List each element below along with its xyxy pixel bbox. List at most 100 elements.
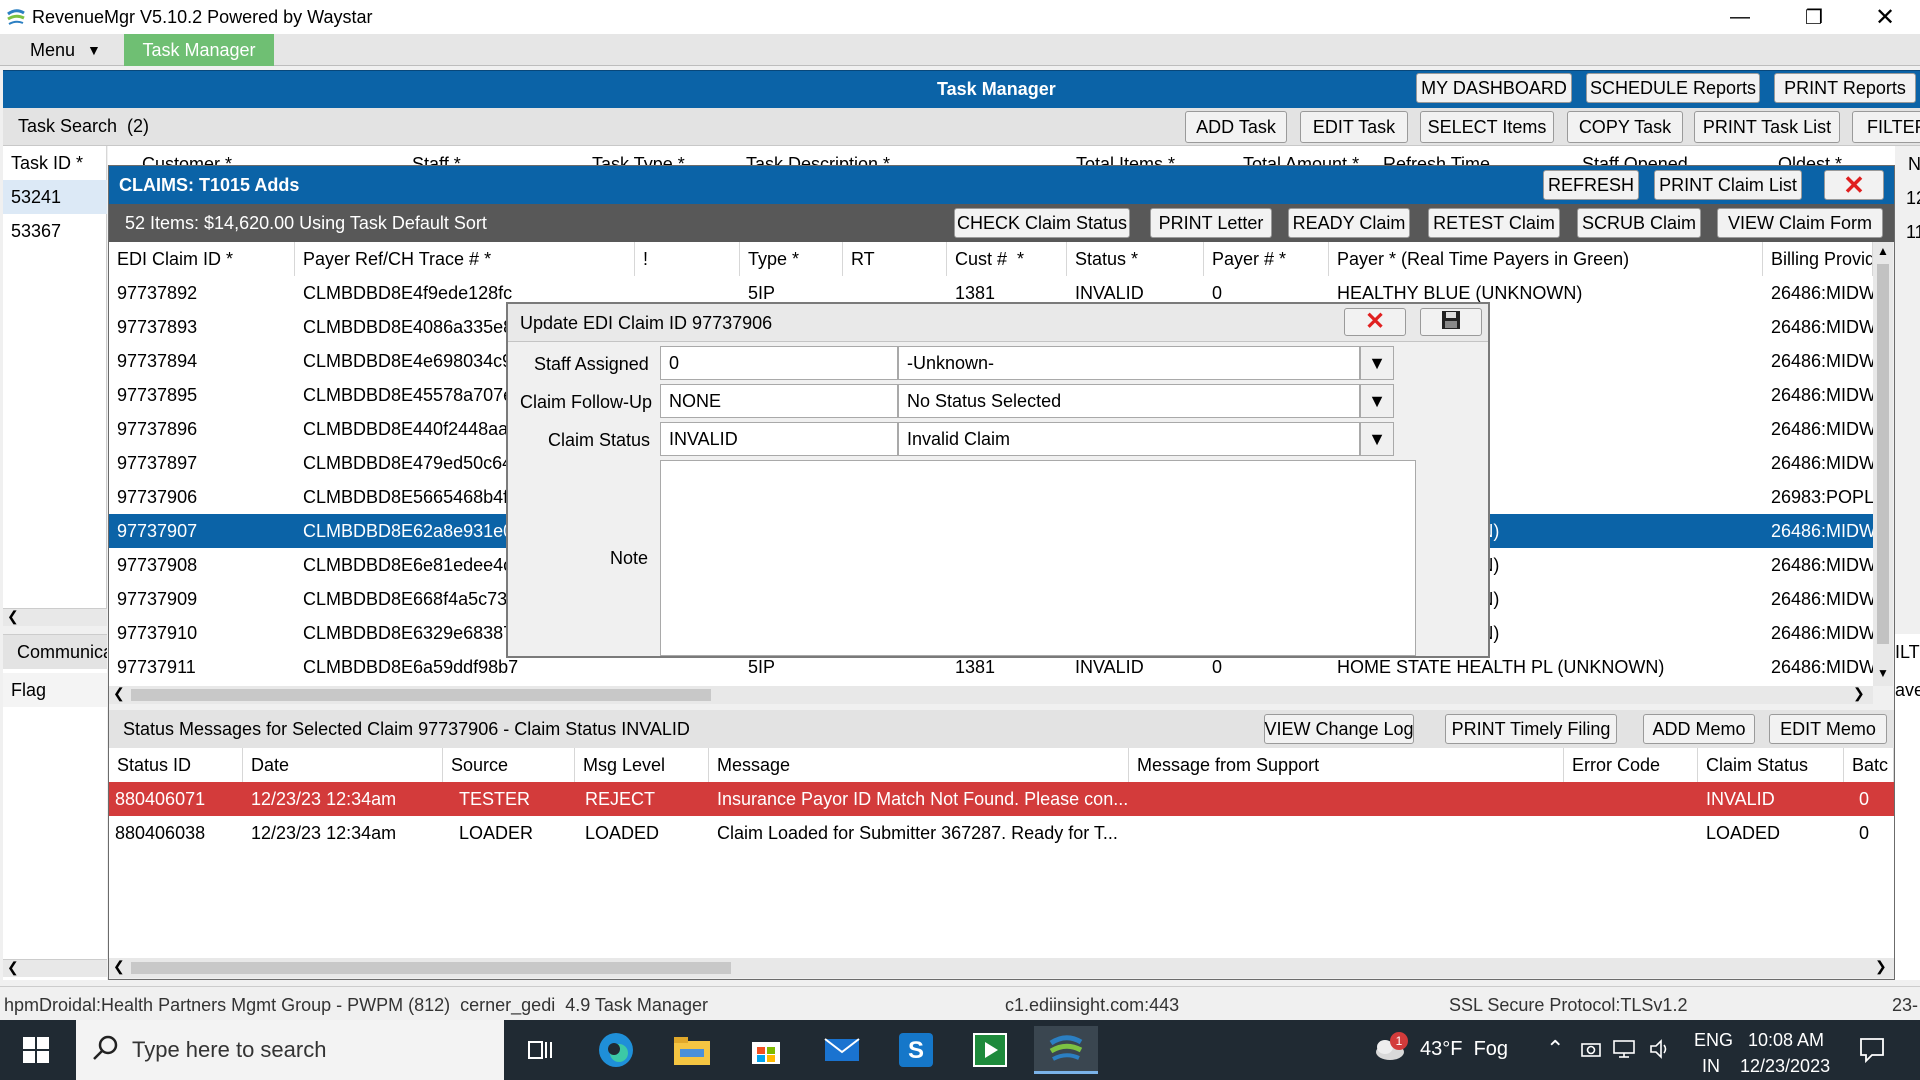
scrub-claim-button[interactable]: SCRUB Claim <box>1577 208 1701 238</box>
network-icon[interactable] <box>1612 1038 1636 1065</box>
language-indicator[interactable]: ENG IN <box>1694 1024 1733 1076</box>
revenuemgr-taskbar-icon[interactable] <box>1034 1026 1098 1074</box>
print-letter-button[interactable]: PRINT Letter <box>1150 208 1272 238</box>
dialog-cancel-button[interactable]: ✕ <box>1344 308 1406 336</box>
col-alert[interactable]: ! <box>635 242 740 276</box>
start-button[interactable] <box>4 1026 68 1074</box>
add-memo-button[interactable]: ADD Memo <box>1643 714 1755 744</box>
volume-icon[interactable] <box>1648 1038 1672 1065</box>
status-row-reject[interactable]: 880406071 12/23/23 12:34am TESTER REJECT… <box>109 782 1894 816</box>
followup-code-field[interactable]: NONE <box>660 384 898 418</box>
followup-select[interactable]: No Status Selected <box>898 384 1360 418</box>
col-status-id[interactable]: Status ID <box>109 748 243 782</box>
task-grid-hscroll[interactable]: ❮ <box>3 608 107 626</box>
add-task-button[interactable]: ADD Task <box>1185 111 1287 143</box>
col-payer[interactable]: Payer * (Real Time Payers in Green) <box>1329 242 1763 276</box>
edge-browser-icon[interactable] <box>584 1026 648 1074</box>
status-code-field[interactable]: INVALID <box>660 422 898 456</box>
staff-dropdown-button[interactable]: ▼ <box>1360 346 1394 380</box>
edit-memo-button[interactable]: EDIT Memo <box>1769 714 1887 744</box>
tab-communication[interactable]: Communica <box>3 635 107 669</box>
refresh-button[interactable]: REFRESH <box>1543 170 1639 200</box>
scroll-up-icon[interactable]: ▲ <box>1877 244 1889 258</box>
note-textarea[interactable] <box>660 460 1416 656</box>
retest-claim-button[interactable]: RETEST Claim <box>1428 208 1560 238</box>
col-date[interactable]: Date <box>243 748 443 782</box>
print-reports-button[interactable]: PRINT Reports <box>1774 73 1916 103</box>
schedule-reports-button[interactable]: SCHEDULE Reports <box>1586 73 1760 103</box>
clock[interactable]: 10:08 AM 12/23/2023 <box>1740 1024 1840 1076</box>
col-type[interactable]: Type * <box>740 242 843 276</box>
col-rt[interactable]: RT <box>843 242 947 276</box>
col-task-id[interactable]: Task ID * <box>3 146 107 180</box>
status-dropdown-button[interactable]: ▼ <box>1360 422 1394 456</box>
ready-claim-button[interactable]: READY Claim <box>1288 208 1410 238</box>
media-player-icon[interactable] <box>958 1026 1022 1074</box>
tab-task-manager[interactable]: Task Manager <box>124 34 274 66</box>
my-dashboard-button[interactable]: MY DASHBOARD <box>1416 73 1572 103</box>
edi-claim-id-cell: 97737911 <box>117 656 196 677</box>
col-billing-provider[interactable]: Billing Provid <box>1763 242 1873 276</box>
minimize-button[interactable]: — <box>1707 0 1773 34</box>
col-payer-no[interactable]: Payer # * <box>1204 242 1329 276</box>
col-status[interactable]: Status * <box>1067 242 1204 276</box>
staff-code-field[interactable]: 0 <box>660 346 898 380</box>
col-message[interactable]: Message <box>709 748 1129 782</box>
scroll-right-icon[interactable]: ❯ <box>1875 958 1887 975</box>
staff-select[interactable]: -Unknown- <box>898 346 1360 380</box>
scroll-left-icon[interactable]: ❮ <box>113 958 125 975</box>
col-msg-level[interactable]: Msg Level <box>575 748 709 782</box>
status-select[interactable]: Invalid Claim <box>898 422 1360 456</box>
app-s-icon[interactable]: S <box>884 1026 948 1074</box>
camera-icon[interactable] <box>1580 1038 1602 1065</box>
billing-provider-cell: 26486:MIDW <box>1771 316 1873 337</box>
col-error-code[interactable]: Error Code <box>1564 748 1698 782</box>
chevron-up-icon[interactable]: ⌃ <box>1546 1036 1564 1062</box>
task-row-selected[interactable]: 53241 <box>3 180 107 214</box>
microsoft-store-icon[interactable] <box>734 1026 798 1074</box>
claims-vscroll[interactable]: ▲ ▼ <box>1873 242 1893 686</box>
scroll-thumb[interactable] <box>1877 264 1889 644</box>
scroll-right-icon[interactable]: ❯ <box>1853 685 1865 702</box>
print-claim-list-button[interactable]: PRINT Claim List <box>1654 170 1802 200</box>
scroll-left-icon[interactable]: ❮ <box>7 608 19 625</box>
view-claim-form-button[interactable]: VIEW Claim Form <box>1717 208 1883 238</box>
scroll-left-icon[interactable]: ❮ <box>113 685 125 702</box>
close-claims-button[interactable]: ✕ <box>1824 170 1884 200</box>
print-timely-filing-button[interactable]: PRINT Timely Filing <box>1445 714 1617 744</box>
task-row[interactable]: 53367 <box>3 214 107 248</box>
status-hscroll[interactable]: ❮ ❯ <box>109 958 1894 978</box>
scroll-thumb[interactable] <box>131 962 731 974</box>
print-task-list-button[interactable]: PRINT Task List <box>1694 111 1840 143</box>
weather-widget[interactable]: 1 43°F Fog <box>1368 1020 1538 1080</box>
check-claim-status-button[interactable]: CHECK Claim Status <box>954 208 1130 238</box>
dialog-save-button[interactable] <box>1420 308 1482 336</box>
close-window-button[interactable]: ✕ <box>1852 0 1918 34</box>
col-batch[interactable]: Batc <box>1844 748 1894 782</box>
edit-task-button[interactable]: EDIT Task <box>1300 111 1408 143</box>
select-items-button[interactable]: SELECT Items <box>1420 111 1554 143</box>
col-claim-status[interactable]: Claim Status <box>1698 748 1844 782</box>
notification-center-icon[interactable] <box>1858 1036 1886 1069</box>
col-source[interactable]: Source <box>443 748 575 782</box>
copy-task-button[interactable]: COPY Task <box>1567 111 1683 143</box>
claims-hscroll[interactable]: ❮ ❯ <box>109 685 1873 704</box>
scroll-left-icon[interactable]: ❮ <box>7 959 19 976</box>
mail-icon[interactable] <box>810 1026 874 1074</box>
col-payer-ref[interactable]: Payer Ref/CH Trace # * <box>295 242 635 276</box>
file-explorer-icon[interactable] <box>660 1026 724 1074</box>
filter-button[interactable]: FILTER <box>1852 111 1920 143</box>
col-cust[interactable]: Cust # * <box>947 242 1067 276</box>
scroll-down-icon[interactable]: ▼ <box>1877 666 1889 680</box>
scroll-thumb[interactable] <box>131 689 711 701</box>
taskbar-search-box[interactable]: Type here to search <box>76 1020 504 1080</box>
task-view-icon[interactable] <box>508 1026 572 1074</box>
main-menu-button[interactable]: Menu ▼ <box>0 34 122 66</box>
status-row-loaded[interactable]: 880406038 12/23/23 12:34am LOADER LOADED… <box>109 816 1894 850</box>
col-message-support[interactable]: Message from Support <box>1129 748 1564 782</box>
restore-button[interactable]: ❐ <box>1781 0 1847 34</box>
col-edi-claim-id[interactable]: EDI Claim ID * <box>109 242 295 276</box>
view-change-log-button[interactable]: VIEW Change Log <box>1264 714 1414 744</box>
followup-dropdown-button[interactable]: ▼ <box>1360 384 1394 418</box>
lower-left-hscroll[interactable]: ❮ <box>3 959 107 977</box>
